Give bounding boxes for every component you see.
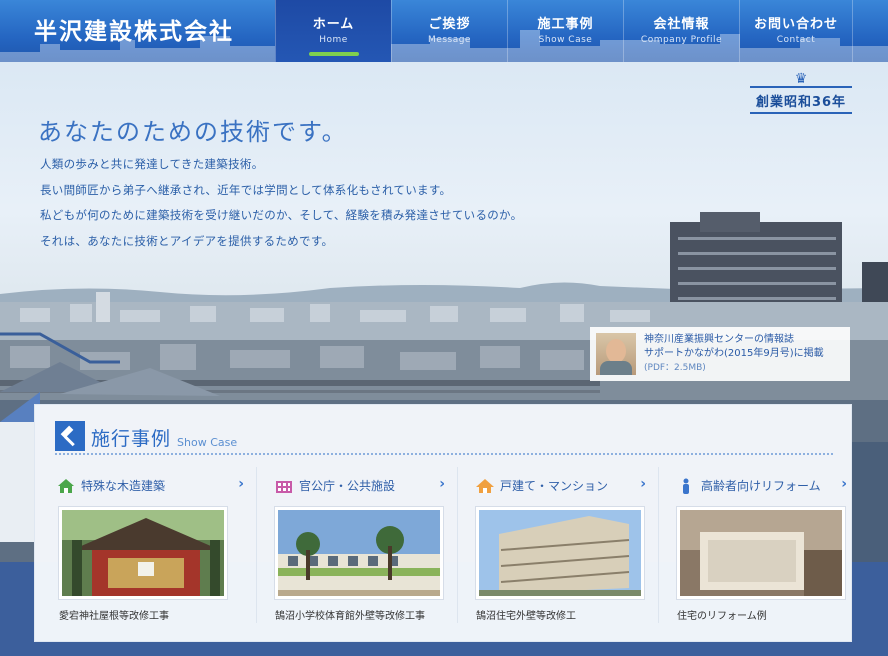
- person-photo: [596, 333, 636, 375]
- showcase-card-reform[interactable]: 高齢者向けリフォーム › 住宅のリフォーム例: [658, 467, 859, 623]
- hero-headline: あなたのための技術です。: [38, 118, 348, 146]
- site-logo[interactable]: 半沢建設株式会社: [34, 12, 234, 46]
- nav-message[interactable]: ご挨拶 Message: [391, 0, 507, 62]
- card-caption[interactable]: 住宅のリフォーム例: [677, 607, 767, 622]
- chevron-right-icon[interactable]: ›: [439, 476, 445, 492]
- house-icon: [58, 478, 74, 493]
- chevron-right-icon[interactable]: ›: [640, 476, 646, 492]
- showcase-card-housing[interactable]: 戸建て・マンション › 鵠沼住宅外壁等改修工: [457, 467, 658, 623]
- founding-badge: ♛ 創業昭和36年: [750, 72, 852, 114]
- active-indicator: [309, 52, 359, 56]
- face-shape: [606, 339, 626, 363]
- showcase-heading: 施行事例 Show Case: [55, 421, 237, 451]
- card-category: 高齢者向けリフォーム: [677, 477, 821, 494]
- showcase-card-wooden[interactable]: 特殊な木造建築 › 愛宕神社屋根等改修工事: [55, 467, 256, 623]
- card-category: 戸建て・マンション: [476, 477, 608, 494]
- card-caption[interactable]: 鵠沼小学校体育館外壁等改修工事: [275, 607, 425, 622]
- card-caption[interactable]: 鵠沼住宅外壁等改修工: [476, 607, 576, 622]
- founding-text: 創業昭和36年: [755, 95, 847, 110]
- showcase-cards: 特殊な木造建築 › 愛宕神社屋根等改修工事 官公庁・公共施設 › 鵠沼小学校体育…: [55, 467, 859, 623]
- card-category: 官公庁・公共施設: [275, 477, 395, 494]
- news-line-2: サポートかながわ(2015年9月号)に掲載: [644, 348, 824, 359]
- card-category-label: 官公庁・公共施設: [299, 479, 396, 493]
- nav-showcase[interactable]: 施工事例 Show Case: [507, 0, 623, 62]
- nav-company-label: 会社情報: [653, 17, 710, 32]
- dotted-divider: [55, 453, 833, 455]
- nav-message-sublabel: Message: [428, 35, 471, 45]
- nav-contact[interactable]: お問い合わせ Contact: [739, 0, 853, 62]
- news-banner-link[interactable]: 神奈川産業振興センターの情報誌 サポートかながわ(2015年9月号)に掲載 (P…: [590, 327, 850, 381]
- lead-line: 長い間師匠から弟子へ継承され、近年では学問として体系化もされています。: [40, 182, 452, 197]
- card-category-label: 特殊な木造建築: [81, 479, 166, 493]
- card-thumbnail[interactable]: [677, 507, 845, 599]
- card-caption[interactable]: 愛宕神社屋根等改修工事: [59, 607, 169, 622]
- showcase-panel: 施行事例 Show Case 特殊な木造建築 › 愛宕神社屋根等改修工事 官公庁…: [34, 404, 852, 642]
- news-pdf-size: (PDF：2.5MB): [644, 363, 706, 373]
- card-thumbnail[interactable]: [275, 507, 443, 599]
- home-icon: [476, 478, 494, 493]
- building-icon: [276, 480, 292, 493]
- lead-line: それは、あなたに技術とアイデアを提供するためです。: [40, 233, 334, 248]
- news-line-1: 神奈川産業振興センターの情報誌: [644, 334, 794, 345]
- nav-home[interactable]: ホーム Home: [275, 0, 391, 62]
- global-nav: ホーム Home ご挨拶 Message 施工事例 Show Case 会社情報…: [275, 0, 853, 62]
- body-shape: [600, 361, 632, 375]
- nav-showcase-label: 施工事例: [537, 17, 594, 32]
- card-category-label: 高齢者向けリフォーム: [701, 479, 821, 493]
- chevron-right-icon[interactable]: ›: [238, 476, 244, 492]
- nav-showcase-sublabel: Show Case: [538, 35, 593, 45]
- showcase-card-public[interactable]: 官公庁・公共施設 › 鵠沼小学校体育館外壁等改修工事: [256, 467, 457, 623]
- news-text: 神奈川産業振興センターの情報誌 サポートかながわ(2015年9月号)に掲載 (P…: [644, 333, 824, 375]
- nav-home-sublabel: Home: [319, 35, 348, 45]
- showcase-subtitle: Show Case: [177, 436, 238, 449]
- hero-lead: 人類の歩みと共に発達してきた建築技術。 長い間師匠から弟子へ継承され、近年では学…: [40, 152, 522, 254]
- person-icon: [683, 478, 689, 494]
- chevron-right-icon[interactable]: ›: [841, 476, 847, 492]
- card-category-label: 戸建て・マンション: [500, 479, 609, 493]
- nav-home-label: ホーム: [312, 17, 355, 32]
- showcase-title: 施行事例: [91, 428, 172, 450]
- nav-company[interactable]: 会社情報 Company Profile: [623, 0, 739, 62]
- nav-message-label: ご挨拶: [428, 17, 471, 32]
- card-thumbnail[interactable]: [476, 507, 644, 599]
- lead-line: 人類の歩みと共に発達してきた建築技術。: [40, 157, 264, 171]
- hammer-icon: [55, 421, 85, 451]
- nav-contact-label: お問い合わせ: [753, 17, 838, 32]
- crown-icon: ♛: [794, 71, 808, 87]
- card-category: 特殊な木造建築: [57, 477, 165, 494]
- nav-contact-sublabel: Contact: [776, 35, 816, 45]
- nav-company-sublabel: Company Profile: [640, 35, 723, 45]
- site-header: 半沢建設株式会社 ホーム Home ご挨拶 Message 施工事例 Show …: [0, 0, 888, 62]
- badge-rule-bottom: [750, 112, 852, 114]
- card-thumbnail[interactable]: [59, 507, 227, 599]
- lead-line: 私どもが何のために建築技術を受け継いだのか、そして、経験を積み発達させているのか…: [40, 208, 523, 222]
